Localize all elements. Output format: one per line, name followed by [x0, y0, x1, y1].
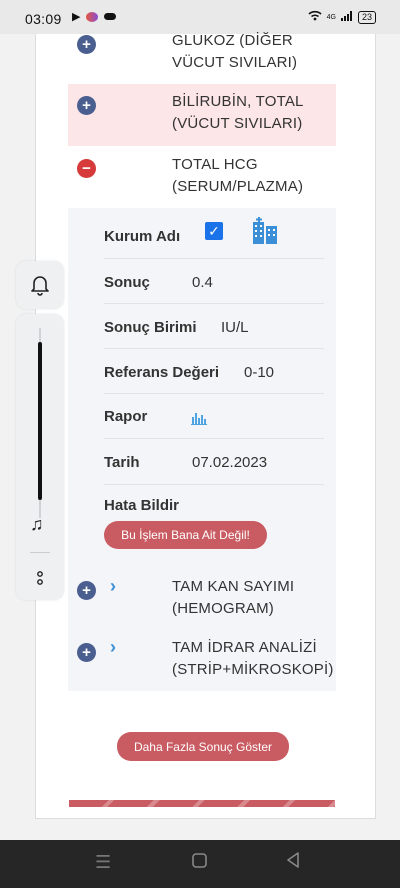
tarih-value: 07.02.2023 — [192, 454, 268, 471]
floating-volume-panel[interactable]: ♫ — [16, 314, 64, 600]
home-square-icon[interactable] — [192, 852, 207, 873]
tarih-label: Tarih — [104, 454, 140, 471]
show-more-results-button[interactable]: Daha Fazla Sonuç Göster — [117, 732, 289, 761]
status-time: 03:09 — [25, 11, 62, 27]
expand-plus-icon[interactable]: + — [77, 35, 96, 54]
detail-row-sonuc: Sonuç 0.4 — [104, 258, 324, 304]
panel-divider — [30, 552, 50, 553]
hospital-building-icon[interactable] — [250, 216, 280, 251]
result-row-bilirubin[interactable]: + BİLİRUBİN, TOTAL (VÜCUT SIVILARI) — [68, 84, 336, 146]
detail-row-birim: Sonuç Birimi IU/L — [104, 303, 324, 349]
kurum-label: Kurum Adı — [104, 228, 181, 245]
result-row-glukoz[interactable]: + GLUKOZ (DİĞER VÜCUT SIVILARI) — [68, 32, 336, 78]
status-right-icons: 4G 23 — [308, 10, 376, 24]
signal-icon — [340, 10, 353, 24]
bell-icon[interactable] — [30, 274, 50, 301]
expand-plus-icon[interactable]: + — [77, 96, 96, 115]
system-nav-bar: ☰ — [0, 840, 400, 888]
more-options-icon[interactable] — [36, 570, 44, 591]
decorative-stripe — [69, 800, 335, 807]
birim-label: Sonuç Birimi — [104, 319, 197, 336]
status-bar: 03:09 ▶ 4G 23 — [0, 0, 400, 34]
not-mine-button[interactable]: Bu İşlem Bana Ait Değil! — [104, 521, 267, 549]
play-icon: ▶ — [72, 11, 81, 23]
collapse-minus-icon[interactable]: − — [77, 159, 96, 178]
result-row-total-hcg[interactable]: − TOTAL HCG (SERUM/PLAZMA) — [68, 146, 336, 208]
menu-icon[interactable]: ☰ — [95, 852, 111, 873]
cloud-icon — [104, 13, 117, 20]
floating-bell-panel[interactable] — [16, 261, 64, 309]
chevron-right-icon[interactable]: › — [110, 576, 116, 597]
referans-label: Referans Değeri — [104, 364, 220, 381]
result-row-tam-kan[interactable]: + › TAM KAN SAYIMI (HEMOGRAM) — [68, 570, 336, 630]
report-chart-icon[interactable] — [191, 409, 207, 430]
expand-plus-icon[interactable]: + — [77, 643, 96, 662]
back-triangle-icon[interactable] — [286, 852, 300, 873]
rapor-label: Rapor — [104, 408, 148, 425]
volume-slider-fill[interactable] — [38, 342, 42, 500]
referans-value: 0-10 — [244, 364, 275, 381]
result-title: TOTAL HCG (SERUM/PLAZMA) — [172, 156, 304, 195]
network-type: 4G — [326, 13, 336, 21]
birim-value: IU/L — [221, 319, 249, 336]
app-icon — [86, 11, 99, 22]
detail-row-referans: Referans Değeri 0-10 — [104, 348, 324, 394]
detail-row-rapor: Rapor — [104, 393, 324, 439]
detail-row-tarih: Tarih 07.02.2023 — [104, 438, 324, 485]
result-title: BİLİRUBİN, TOTAL (VÜCUT SIVILARI) — [172, 93, 304, 132]
wifi-icon — [308, 10, 322, 24]
detail-row-kurum: Kurum Adı ✓ — [104, 208, 324, 259]
hata-label: Hata Bildir — [104, 497, 180, 514]
status-notification-icons: ▶ — [72, 10, 117, 23]
expand-plus-icon[interactable]: + — [77, 581, 96, 600]
result-title: GLUKOZ (DİĞER VÜCUT SIVILARI) — [172, 32, 298, 71]
chevron-right-icon[interactable]: › — [110, 637, 116, 658]
sonuc-label: Sonuç — [104, 274, 150, 291]
battery-indicator: 23 — [357, 10, 376, 24]
checkbox-checked-icon[interactable]: ✓ — [205, 222, 223, 240]
music-note-icon[interactable]: ♫ — [30, 514, 44, 535]
result-title: TAM İDRAR ANALİZİ (STRİP+MİKROSKOPİ) — [172, 639, 334, 678]
sonuc-value: 0.4 — [192, 274, 213, 291]
result-row-tam-idrar[interactable]: + › TAM İDRAR ANALİZİ (STRİP+MİKROSKOPİ) — [68, 632, 336, 692]
result-title: TAM KAN SAYIMI (HEMOGRAM) — [172, 578, 295, 617]
